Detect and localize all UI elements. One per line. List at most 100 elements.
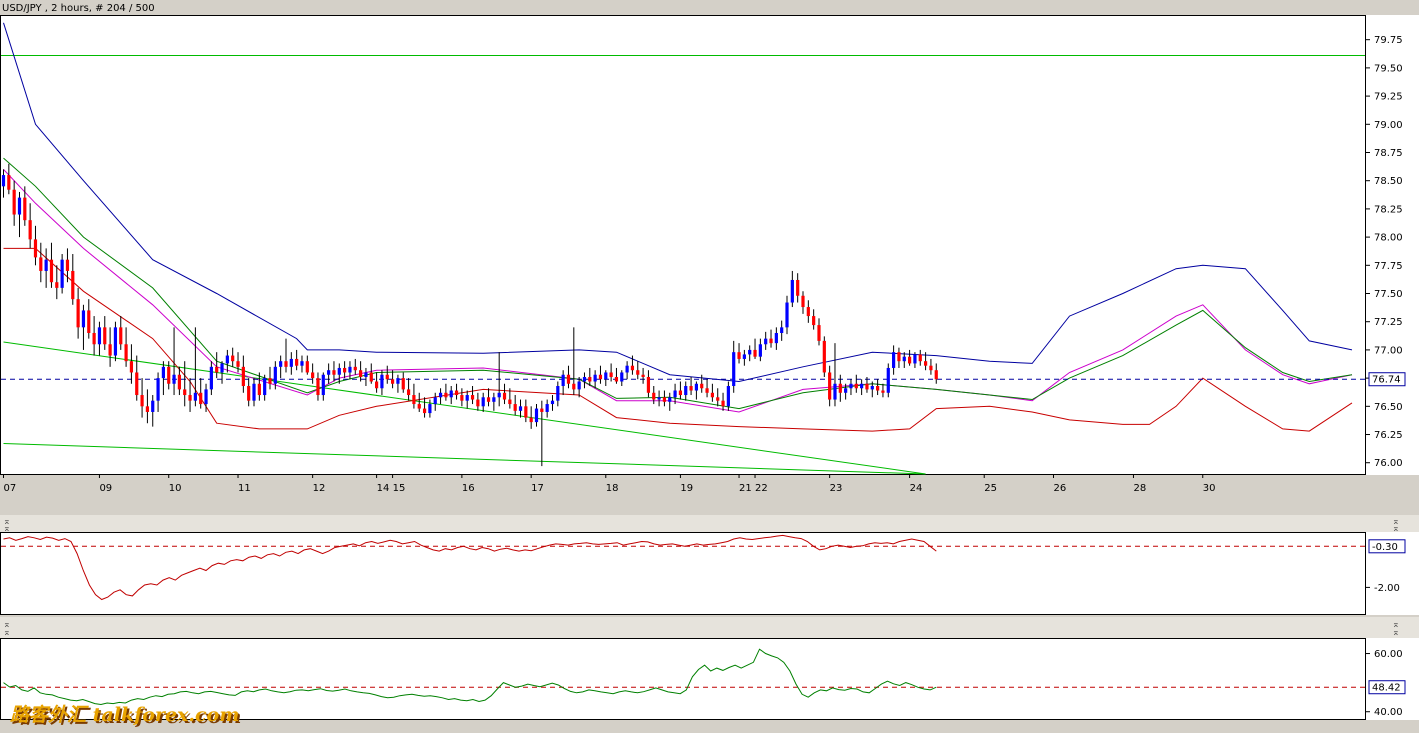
candle-body: [60, 259, 64, 288]
candle-body: [343, 367, 347, 373]
time-tick-label: 18: [606, 483, 619, 494]
candle-body: [156, 378, 160, 401]
candle-body: [518, 406, 523, 411]
time-tick-label: 22: [755, 483, 768, 494]
candle-body: [652, 392, 656, 400]
candle-body: [614, 376, 619, 382]
time-tick-label: 14: [377, 483, 390, 494]
candle-body: [678, 390, 683, 396]
candle-body: [572, 383, 576, 390]
candle-body: [364, 372, 368, 377]
candle-body: [492, 397, 496, 402]
candle-body: [311, 372, 315, 379]
splitter-bar-1[interactable]: ⌅ ⌅ ⌅ ⌅: [0, 515, 1419, 534]
candle-body: [97, 327, 102, 345]
candle-body: [705, 388, 709, 393]
candle-body: [359, 370, 363, 377]
candle-body: [636, 370, 640, 375]
candle-body: [406, 389, 411, 396]
candle-body: [337, 367, 341, 375]
candle-body: [454, 390, 459, 396]
candle-body: [849, 383, 853, 389]
candle-body: [1, 175, 6, 187]
candle-body: [598, 374, 603, 380]
main-plot-area[interactable]: [0, 15, 1366, 475]
candle-body: [780, 327, 784, 333]
candle: [886, 363, 890, 398]
candle-body: [87, 310, 91, 333]
candle-body: [375, 381, 379, 389]
candle-body: [385, 374, 389, 380]
collapse-icon[interactable]: ⌅: [3, 628, 11, 638]
candle-body: [209, 366, 213, 390]
candle-body: [806, 307, 810, 317]
candle-body: [486, 397, 491, 402]
candle-body: [556, 386, 560, 401]
price-tick-label: 76.25: [1374, 430, 1403, 441]
candle-body: [545, 404, 549, 412]
price-tick-label: 79.75: [1374, 35, 1403, 46]
time-tick-label: 12: [313, 483, 326, 494]
candle-body: [108, 344, 112, 356]
candle-body: [710, 392, 714, 398]
splitter-bar-2[interactable]: ⌅ ⌅ ⌅ ⌅: [0, 617, 1419, 638]
candle-body: [401, 378, 405, 390]
candle-body: [236, 361, 240, 367]
candle: [113, 321, 118, 362]
candle-body: [657, 397, 661, 400]
candle-body: [369, 372, 373, 382]
candle-body: [897, 352, 901, 362]
candle-body: [662, 397, 667, 402]
candle-body: [177, 374, 181, 390]
candle-body: [892, 352, 896, 368]
candle-body: [23, 197, 27, 221]
price-tick-label: 78.25: [1374, 204, 1403, 215]
candle-body: [934, 370, 938, 380]
candle-body: [470, 395, 475, 400]
candle-body: [860, 383, 864, 389]
price-tick-label: 78.50: [1374, 176, 1403, 187]
candle-body: [129, 361, 134, 373]
candle-body: [284, 361, 288, 367]
candle-body: [577, 381, 581, 390]
candle-body: [172, 374, 176, 384]
price-tick-label: 79.00: [1374, 120, 1403, 131]
candle-body: [524, 406, 528, 418]
candle-body: [7, 175, 11, 190]
candle-body: [465, 395, 469, 401]
candle-body: [225, 355, 229, 364]
candle-body: [790, 279, 794, 303]
candle-body: [620, 372, 624, 382]
candle-body: [81, 310, 86, 328]
candle-body: [380, 374, 384, 389]
indicator-tick-label: 40.00: [1374, 707, 1403, 718]
candle-body: [300, 361, 304, 366]
indicator-tick-label: -2.00: [1374, 583, 1400, 594]
collapse-icon[interactable]: ⌅: [1392, 628, 1400, 638]
candle-body: [321, 374, 325, 396]
candle-body: [199, 392, 203, 405]
time-tick-label: 30: [1203, 483, 1216, 494]
candle-body: [854, 383, 858, 389]
candle-body: [65, 259, 70, 271]
candle-body: [316, 378, 320, 396]
candle-body: [215, 366, 219, 373]
time-tick-label: 28: [1133, 483, 1146, 494]
price-tick-label: 77.25: [1374, 317, 1403, 328]
candle-body: [689, 386, 693, 391]
candle-body: [151, 400, 155, 412]
candle-body: [758, 344, 762, 357]
candle-body: [838, 383, 842, 393]
ind1-plot-area[interactable]: [0, 532, 1366, 615]
price-tick-label: 78.75: [1374, 148, 1403, 159]
price-tick-label: 78.00: [1374, 233, 1403, 244]
price-tick-label: 79.25: [1374, 92, 1403, 103]
collapse-icon[interactable]: ⌅: [3, 524, 11, 534]
collapse-icon[interactable]: ⌅: [1392, 524, 1400, 534]
candle-body: [828, 372, 832, 400]
candle-body: [796, 279, 800, 296]
candle-body: [460, 395, 464, 401]
candle-body: [801, 295, 805, 308]
time-tick-label: 25: [984, 483, 997, 494]
candle: [822, 336, 826, 377]
